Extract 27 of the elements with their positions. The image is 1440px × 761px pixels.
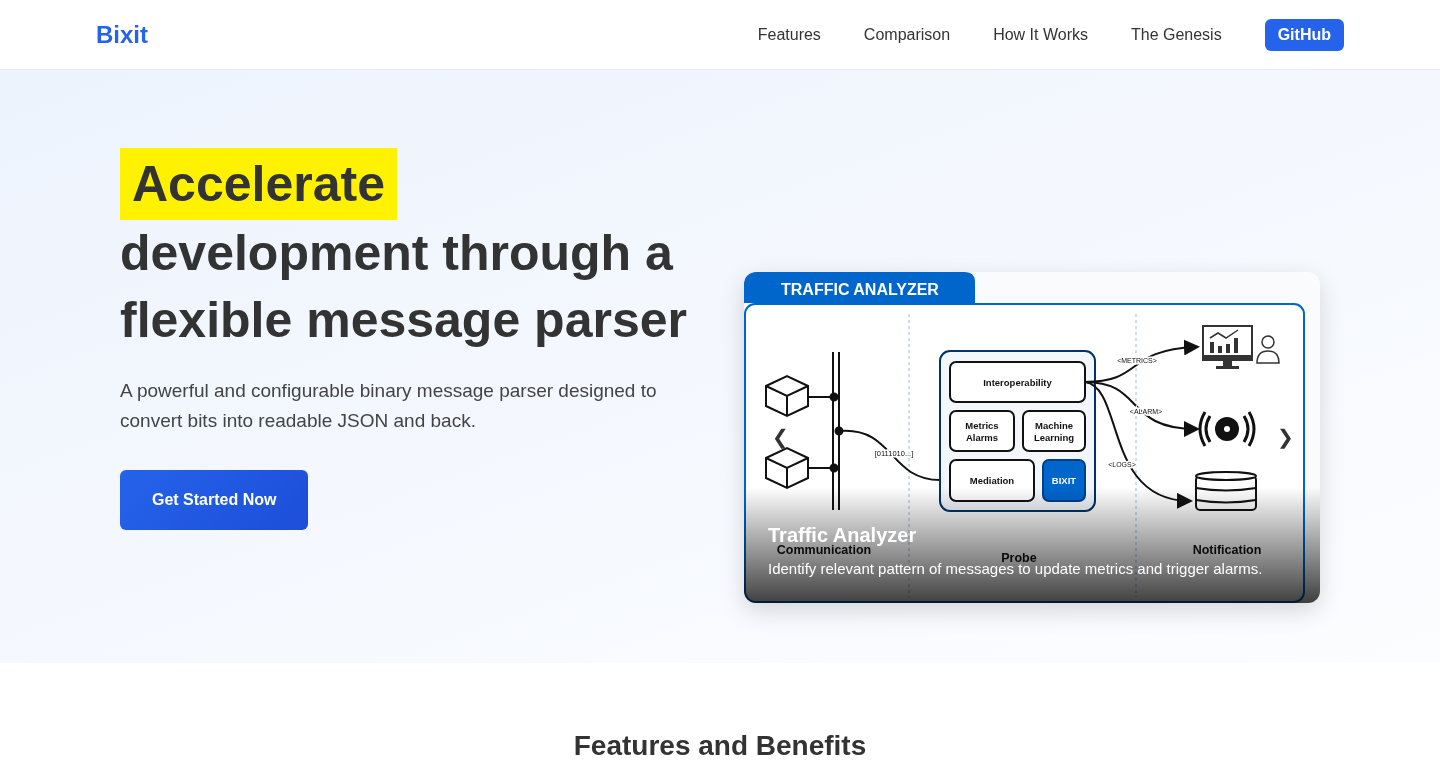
metrics-box: Metrics Alarms: [949, 410, 1015, 452]
section-heading: Features and Benefits: [572, 729, 868, 761]
caption-title: Traffic Analyzer: [768, 523, 917, 546]
user-icon: [1256, 335, 1280, 364]
column-label: Communication: [776, 543, 872, 557]
cube-icon: [765, 374, 809, 418]
monitor-chart-icon: [1202, 325, 1253, 369]
hero-subtitle: A powerful and configurable binary message parser designed to convert bits into readable JSON and back.: [120, 379, 658, 433]
hero-heading: development through a flexible message parser: [120, 225, 687, 348]
nav-link[interactable]: The Genesis: [1130, 22, 1222, 47]
brand-logo[interactable]: Bixit: [96, 16, 148, 53]
github-button[interactable]: GitHub: [1264, 18, 1344, 51]
bixit-box: BIXIT: [1042, 459, 1086, 502]
next-button[interactable]: ❯: [1277, 422, 1294, 452]
get-started-button[interactable]: Get Started Now: [120, 470, 309, 530]
nav-link[interactable]: Features: [757, 22, 821, 47]
column-label: Notification: [1192, 543, 1262, 557]
nav-link[interactable]: Comparison: [863, 22, 951, 47]
column-label: Probe: [1001, 551, 1037, 565]
previous-button[interactable]: ❮: [772, 422, 789, 452]
nav-link[interactable]: How It Works: [993, 22, 1088, 47]
ml-box: Machine Learning: [1022, 410, 1086, 452]
highlighted-word: Accelerate: [120, 148, 397, 220]
mediation-box: Mediation: [949, 459, 1035, 502]
alarm-icon: [1198, 410, 1256, 448]
interoperability-box: Interoperability: [949, 361, 1086, 403]
database-icon: [1195, 471, 1257, 511]
